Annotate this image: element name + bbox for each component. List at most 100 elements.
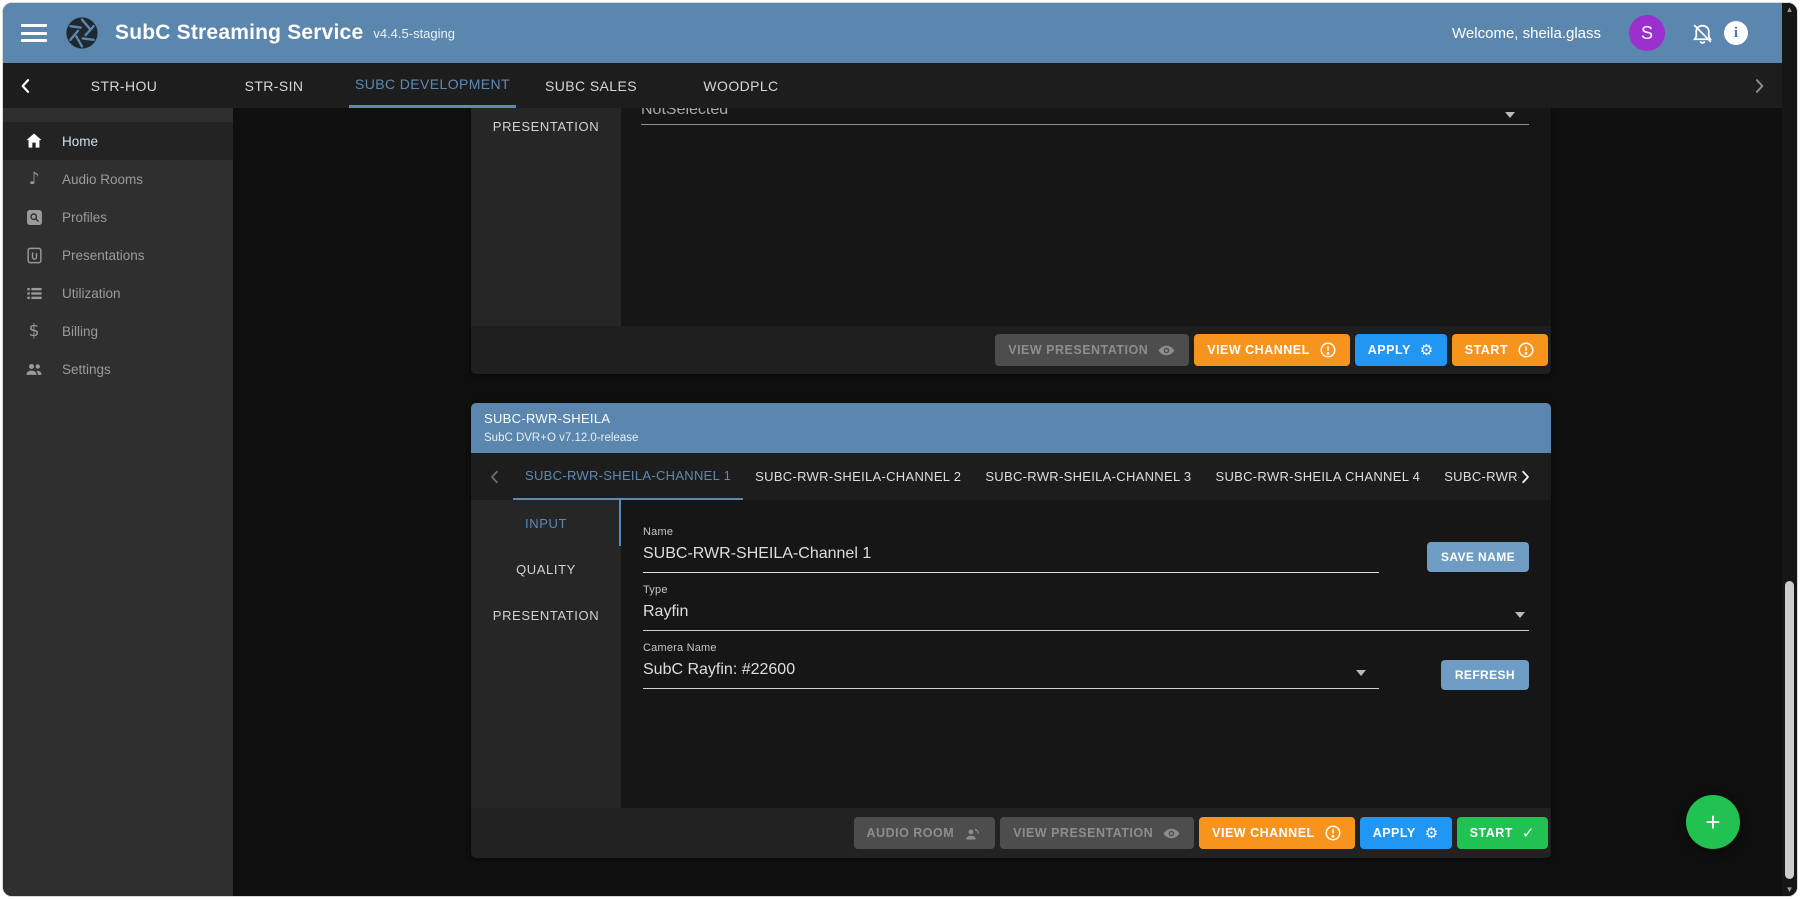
application-window: SubC Streaming Service v4.4.5-staging We… <box>0 0 1800 899</box>
card2-action-bar: AUDIO ROOM VIEW PRESENTATION VIEW CHANNE… <box>471 808 1551 858</box>
tabs-scroll-right-icon[interactable] <box>1749 63 1769 108</box>
sidebar-item-settings[interactable]: Settings <box>3 350 233 388</box>
attachment-icon <box>23 244 45 266</box>
dropdown-caret-icon[interactable] <box>1515 612 1525 618</box>
sidebar-item-profiles[interactable]: Profiles <box>3 198 233 236</box>
dvr-version: SubC DVR+O v7.12.0-release <box>484 432 1538 444</box>
channel-tab-bar: SUBC-RWR-SHEILA-CHANNEL 1 SUBC-RWR-SHEIL… <box>471 453 1551 500</box>
eye-icon <box>1157 341 1176 360</box>
start-button[interactable]: START ✓ <box>1457 817 1548 849</box>
notifications-off-icon[interactable] <box>1685 16 1719 50</box>
channel-tab-1[interactable]: SUBC-RWR-SHEILA-CHANNEL 1 <box>513 453 743 500</box>
app-version: v4.4.5-staging <box>373 26 455 41</box>
channel-side-tabs: INPUT QUALITY PRESENTATION <box>471 500 621 808</box>
menu-icon[interactable] <box>21 24 47 42</box>
sidebar-item-label: Utilization <box>62 286 121 301</box>
org-tab-bar: STR-HOU STR-SIN SUBC DEVELOPMENT SUBC SA… <box>3 63 1797 108</box>
info-letter: i <box>1724 21 1748 45</box>
gear-icon: ⚙ <box>1425 826 1439 841</box>
channel-tab-3[interactable]: SUBC-RWR-SHEILA-CHANNEL 3 <box>973 453 1203 500</box>
vertical-scrollbar[interactable]: ▲ ▼ <box>1782 3 1797 896</box>
channel-tabs: SUBC-RWR-SHEILA-CHANNEL 1 SUBC-RWR-SHEIL… <box>513 453 1519 500</box>
camera-name-select[interactable]: SubC Rayfin: #22600 <box>643 661 1379 688</box>
card1-tab-presentation[interactable]: PRESENTATION <box>471 108 621 144</box>
input-form: Name SUBC-RWR-SHEILA-Channel 1 SAVE NAME… <box>621 500 1551 808</box>
music-note-icon: ♪ <box>23 168 45 190</box>
sidebar-item-label: Settings <box>62 362 111 377</box>
apply-button[interactable]: APPLY ⚙ <box>1355 334 1447 366</box>
dvr-name: SUBC-RWR-SHEILA <box>484 411 1538 426</box>
dropdown-caret-icon[interactable] <box>1356 670 1366 676</box>
subc-aperture-logo-icon <box>65 16 99 50</box>
channel-tab-2[interactable]: SUBC-RWR-SHEILA-CHANNEL 2 <box>743 453 973 500</box>
view-channel-button[interactable]: VIEW CHANNEL <box>1199 817 1355 849</box>
sidebar-item-home[interactable]: Home <box>3 122 233 160</box>
dvr-card: SUBC-RWR-SHEILA SubC DVR+O v7.12.0-relea… <box>471 403 1551 858</box>
view-channel-button[interactable]: VIEW CHANNEL <box>1194 334 1350 366</box>
user-avatar[interactable]: S <box>1629 15 1665 51</box>
type-label: Type <box>643 584 1529 596</box>
tab-quality[interactable]: QUALITY <box>471 546 621 592</box>
sidebar-item-label: Presentations <box>62 248 145 263</box>
people-icon <box>23 358 45 380</box>
channel-scroll-right-icon[interactable] <box>1513 453 1537 500</box>
card1-action-bar: VIEW PRESENTATION VIEW CHANNEL APPLY ⚙ S… <box>471 326 1551 374</box>
camera-name-field: Camera Name SubC Rayfin: #22600 REFRESH <box>643 642 1529 689</box>
image-search-icon <box>23 206 45 228</box>
org-tab-woodplc[interactable]: WOODPLC <box>666 63 816 108</box>
sidebar-item-label: Home <box>62 134 98 149</box>
scroll-up-arrow-icon[interactable]: ▲ <box>1782 5 1797 14</box>
tabs-scroll-left-icon[interactable] <box>3 63 49 108</box>
sidebar-item-label: Profiles <box>62 210 107 225</box>
name-label: Name <box>643 526 1529 538</box>
type-field: Type Rayfin <box>643 584 1529 631</box>
presentation-select-underline <box>641 124 1529 125</box>
camera-name-label: Camera Name <box>643 642 1529 654</box>
channel-card-partial: PRESENTATION NotSelected VIEW PRESENTATI… <box>471 108 1551 374</box>
org-tab-subc-sales[interactable]: SUBC SALES <box>516 63 666 108</box>
welcome-text: Welcome, sheila.glass <box>1452 25 1601 42</box>
list-icon <box>23 282 45 304</box>
record-voice-over-icon <box>963 824 982 843</box>
screen: SubC Streaming Service v4.4.5-staging We… <box>2 2 1798 897</box>
channel-panel: INPUT QUALITY PRESENTATION Name SUBC-RWR… <box>471 500 1551 808</box>
channel-scroll-left-icon[interactable] <box>483 453 507 500</box>
name-input[interactable]: SUBC-RWR-SHEILA-Channel 1 <box>643 545 1379 572</box>
channel-tab-4[interactable]: SUBC-RWR-SHEILA CHANNEL 4 <box>1203 453 1432 500</box>
tab-presentation[interactable]: PRESENTATION <box>471 592 621 638</box>
name-field: Name SUBC-RWR-SHEILA-Channel 1 SAVE NAME <box>643 526 1529 573</box>
dropdown-caret-icon[interactable] <box>1505 112 1515 118</box>
card1-side-tabs: PRESENTATION <box>471 108 621 326</box>
apply-button[interactable]: APPLY ⚙ <box>1360 817 1452 849</box>
card1-content: NotSelected <box>621 108 1551 326</box>
save-name-button[interactable]: SAVE NAME <box>1427 542 1529 572</box>
sidebar-item-label: Audio Rooms <box>62 172 143 187</box>
org-tab-str-sin[interactable]: STR-SIN <box>199 63 349 108</box>
sidebar-item-audio-rooms[interactable]: ♪ Audio Rooms <box>3 160 233 198</box>
start-button[interactable]: START <box>1452 334 1548 366</box>
sidebar-item-billing[interactable]: $ Billing <box>3 312 233 350</box>
view-presentation-button: VIEW PRESENTATION <box>995 334 1189 366</box>
scroll-down-arrow-icon[interactable]: ▼ <box>1782 885 1797 894</box>
info-icon[interactable]: i <box>1719 16 1753 50</box>
dvr-card-header: SUBC-RWR-SHEILA SubC DVR+O v7.12.0-relea… <box>471 403 1551 453</box>
org-tab-subc-development[interactable]: SUBC DEVELOPMENT <box>349 63 516 108</box>
audio-room-button: AUDIO ROOM <box>854 817 996 849</box>
exclamation-circle-icon <box>1324 824 1342 842</box>
scrollbar-thumb[interactable] <box>1785 581 1794 879</box>
channel-tab-5[interactable]: SUBC-RWR-S <box>1432 453 1519 500</box>
view-presentation-button: VIEW PRESENTATION <box>1000 817 1194 849</box>
sidebar: Home ♪ Audio Rooms Profiles <box>3 108 233 896</box>
type-select[interactable]: Rayfin <box>643 603 1529 630</box>
presentation-select-value[interactable]: NotSelected <box>641 108 728 119</box>
add-button[interactable]: + <box>1686 795 1740 849</box>
tab-input[interactable]: INPUT <box>471 500 621 546</box>
org-tab-str-hou[interactable]: STR-HOU <box>49 63 199 108</box>
eye-icon <box>1162 824 1181 843</box>
sidebar-item-utilization[interactable]: Utilization <box>3 274 233 312</box>
app-title: SubC Streaming Service <box>115 21 363 45</box>
exclamation-circle-icon <box>1517 341 1535 359</box>
home-icon <box>23 130 45 152</box>
refresh-button[interactable]: REFRESH <box>1441 660 1529 690</box>
sidebar-item-presentations[interactable]: Presentations <box>3 236 233 274</box>
